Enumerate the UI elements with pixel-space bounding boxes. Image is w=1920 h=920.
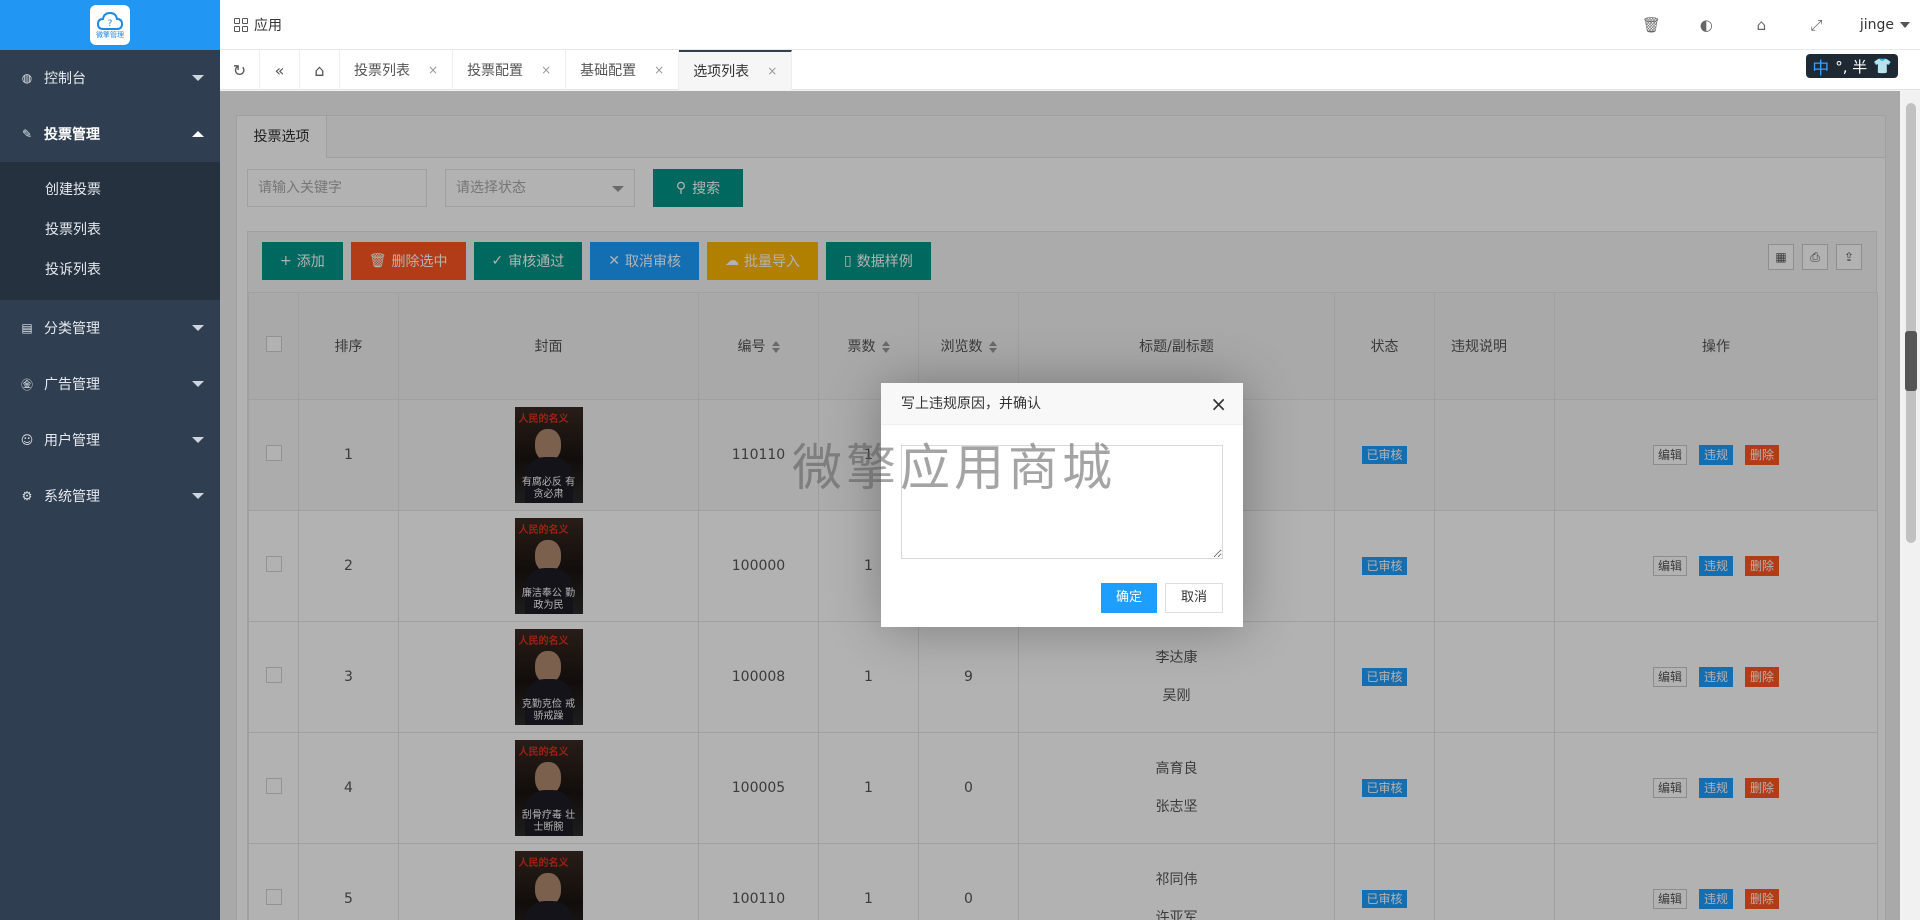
sidebar-subitem-complaint-list[interactable]: 投诉列表 bbox=[0, 250, 220, 290]
sidebar-item-category[interactable]: ▤ 分类管理 bbox=[0, 300, 220, 356]
sidebar-item-label: 用户管理 bbox=[44, 433, 100, 449]
edit-icon: ✎ bbox=[21, 127, 33, 141]
sidebar-item-users[interactable]: ☺ 用户管理 bbox=[0, 412, 220, 468]
sidebar-subitem-create-vote[interactable]: 创建投票 bbox=[0, 170, 220, 210]
globe-icon: ◍ bbox=[21, 71, 33, 85]
cancel-button[interactable]: 取消 bbox=[1164, 583, 1223, 613]
close-icon[interactable]: × bbox=[428, 63, 438, 77]
trash-icon[interactable]: 🗑 bbox=[1624, 16, 1679, 34]
chevron-down-icon bbox=[192, 381, 204, 387]
confirm-button[interactable]: 确定 bbox=[1100, 583, 1157, 613]
violation-reason-dialog: 写上违规原因，并确认 × 确定 取消 bbox=[881, 383, 1243, 627]
page-tabs-bar: ↻ « ⌂ 投票列表 × 投票配置 × 基础配置 × 选项列表 × 中 °, 半… bbox=[220, 50, 1920, 90]
refresh-icon[interactable]: ↻ bbox=[220, 50, 260, 90]
home-icon[interactable]: ⌂ bbox=[300, 50, 340, 90]
list-icon: ▤ bbox=[21, 321, 33, 335]
user-icon: ☺ bbox=[20, 433, 34, 447]
sidebar-subnav: 创建投票 投票列表 投诉列表 bbox=[0, 162, 220, 300]
palette-icon[interactable]: ◐ bbox=[1679, 16, 1734, 34]
close-icon[interactable]: × bbox=[541, 63, 551, 77]
sidebar-item-ads[interactable]: ㊎ 广告管理 bbox=[0, 356, 220, 412]
top-header: 应用 🗑 ◐ ⌂ ⤢ jinge bbox=[220, 0, 1920, 50]
sidebar-item-label: 控制台 bbox=[44, 71, 86, 87]
tab-label: 投票列表 bbox=[354, 63, 410, 79]
tab-vote-list[interactable]: 投票列表 × bbox=[340, 50, 454, 90]
sidebar-item-label: 投票管理 bbox=[44, 127, 100, 143]
tab-basic-config[interactable]: 基础配置 × bbox=[566, 50, 680, 90]
ad-icon: ㊎ bbox=[20, 377, 33, 392]
side-widget[interactable] bbox=[1905, 331, 1917, 391]
dialog-buttons: 确定 取消 bbox=[1100, 583, 1223, 613]
sidebar-item-label: 广告管理 bbox=[44, 377, 100, 393]
sidebar-item-label: 分类管理 bbox=[44, 321, 100, 337]
dialog-title-bar: 写上违规原因，并确认 × bbox=[881, 383, 1243, 425]
fullscreen-icon[interactable]: ⤢ bbox=[1789, 16, 1844, 34]
apps-grid-icon bbox=[234, 18, 248, 32]
logo-bar: ? 微擎管理 bbox=[0, 0, 220, 50]
tab-label: 选项列表 bbox=[693, 64, 750, 80]
tag-icon[interactable]: ⌂ bbox=[1734, 16, 1789, 34]
tab-label: 基础配置 bbox=[580, 63, 637, 79]
header-actions: 🗑 ◐ ⌂ ⤢ jinge bbox=[1624, 0, 1920, 50]
sidebar-item-system[interactable]: ⚙ 系统管理 bbox=[0, 468, 220, 524]
sidebar-subitem-vote-list[interactable]: 投票列表 bbox=[0, 210, 220, 250]
sidebar: ? 微擎管理 ◍ 控制台 ✎ 投票管理 创建投票 投票列表 投诉列表 ▤ 分类管… bbox=[0, 0, 220, 920]
tab-label: 投票配置 bbox=[467, 63, 524, 79]
chevron-down-icon bbox=[192, 437, 204, 443]
user-name: jinge bbox=[1859, 17, 1894, 33]
logo[interactable]: ? 微擎管理 bbox=[90, 5, 130, 45]
sidebar-item-vote-management[interactable]: ✎ 投票管理 bbox=[0, 106, 220, 162]
chevron-up-icon bbox=[192, 131, 204, 137]
svg-text:?: ? bbox=[108, 19, 113, 29]
tab-option-list[interactable]: 选项列表 × bbox=[679, 50, 793, 90]
chevron-down-icon bbox=[192, 493, 204, 499]
close-icon[interactable]: × bbox=[1210, 383, 1227, 425]
ime-status: °, 半 bbox=[1835, 57, 1868, 76]
ime-chinese: 中 bbox=[1812, 58, 1830, 79]
chevron-down-icon bbox=[192, 325, 204, 331]
apps-button[interactable]: 应用 bbox=[234, 15, 282, 35]
shirt-icon: 👕 bbox=[1873, 57, 1892, 75]
user-menu[interactable]: jinge bbox=[1844, 17, 1920, 33]
logo-text: 微擎管理 bbox=[96, 31, 124, 39]
ime-indicator: 中 °, 半 👕 bbox=[1806, 54, 1898, 79]
page-scrollbar[interactable] bbox=[1902, 91, 1920, 920]
watermark: 微擎应用商城 bbox=[792, 439, 1116, 497]
close-icon[interactable]: × bbox=[767, 64, 777, 78]
cloud-icon: ? bbox=[97, 11, 123, 30]
double-chevron-left-icon[interactable]: « bbox=[260, 50, 300, 90]
caret-down-icon bbox=[1900, 22, 1910, 28]
tab-vote-config[interactable]: 投票配置 × bbox=[453, 50, 567, 90]
chevron-down-icon bbox=[192, 75, 204, 81]
scrollbar-thumb[interactable] bbox=[1906, 103, 1916, 543]
sidebar-item-label: 系统管理 bbox=[44, 489, 100, 505]
close-icon[interactable]: × bbox=[654, 63, 664, 77]
sidebar-item-console[interactable]: ◍ 控制台 bbox=[0, 50, 220, 106]
apps-label: 应用 bbox=[254, 18, 282, 34]
dialog-title: 写上违规原因，并确认 bbox=[901, 396, 1041, 412]
gear-icon: ⚙ bbox=[21, 489, 33, 503]
